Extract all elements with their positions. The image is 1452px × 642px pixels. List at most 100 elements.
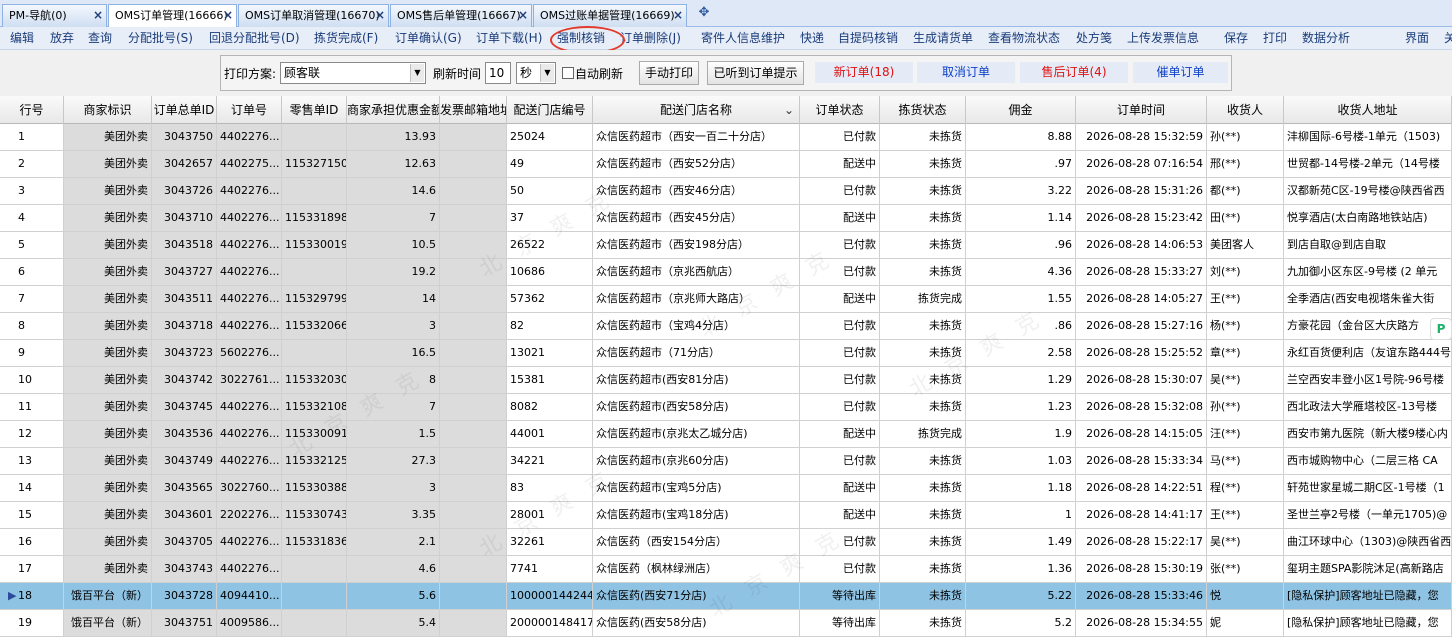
cell-merchant[interactable]: 美团外卖	[64, 124, 152, 150]
cell-retail-id[interactable]: 115330019	[282, 232, 347, 258]
cell-merchant[interactable]: 美团外卖	[64, 151, 152, 177]
cell-receiver[interactable]: 章(**)	[1207, 340, 1284, 366]
menu-close[interactable]: 关	[1444, 27, 1452, 50]
cell-order-no[interactable]: 4402276...	[217, 232, 282, 258]
cell-store-name[interactable]: 众信医药超市(京兆太乙城分店)	[593, 421, 800, 447]
cell-order-no[interactable]: 3022761...	[217, 367, 282, 393]
cell-retail-id[interactable]: 115329799	[282, 286, 347, 312]
menu-assign-batch[interactable]: 分配批号(S)	[128, 27, 193, 50]
cell-order-status[interactable]: 配送中	[800, 475, 880, 501]
after-sale-order-button[interactable]: 售后订单(4)	[1020, 62, 1128, 83]
cell-pick-status[interactable]: 未拣货	[880, 583, 966, 609]
cell-order-total-id[interactable]: 3043751	[152, 610, 217, 636]
cell-store-no[interactable]: 49	[507, 151, 593, 177]
cell-order-no[interactable]: 4402276...	[217, 421, 282, 447]
cell-row-no[interactable]: 1	[0, 124, 64, 150]
cell-store-no[interactable]: 10686	[507, 259, 593, 285]
cell-receiver[interactable]: 刘(**)	[1207, 259, 1284, 285]
cell-store-no[interactable]: 200000148417	[507, 610, 593, 636]
cell-merchant-discount[interactable]: 3.35	[347, 502, 440, 528]
cell-order-status[interactable]: 已付款	[800, 259, 880, 285]
cell-retail-id[interactable]	[282, 556, 347, 582]
cell-pick-status[interactable]: 未拣货	[880, 502, 966, 528]
cell-merchant-discount[interactable]: 7	[347, 205, 440, 231]
cell-merchant-discount[interactable]: 2.1	[347, 529, 440, 555]
cell-row-no[interactable]: 7	[0, 286, 64, 312]
cell-retail-id[interactable]: 115330743	[282, 502, 347, 528]
menu-data-analysis[interactable]: 数据分析	[1302, 27, 1350, 50]
cell-pick-status[interactable]: 未拣货	[880, 313, 966, 339]
cell-order-no[interactable]: 4402276...	[217, 313, 282, 339]
cell-store-name[interactable]: 众信医药超市（西安一百二十分店）	[593, 124, 800, 150]
menu-express[interactable]: 快递	[800, 27, 824, 50]
cell-order-total-id[interactable]: 3043536	[152, 421, 217, 447]
close-icon[interactable]: ×	[673, 5, 683, 26]
cell-commission[interactable]: .97	[966, 151, 1076, 177]
cell-invoice-email[interactable]	[440, 178, 507, 204]
cell-commission[interactable]: 3.22	[966, 178, 1076, 204]
cell-order-no[interactable]: 2202276...	[217, 502, 282, 528]
cell-order-time[interactable]: 2026-08-28 15:30:19	[1076, 556, 1207, 582]
cell-order-no[interactable]: 4402276...	[217, 448, 282, 474]
cell-row-no[interactable]: 17	[0, 556, 64, 582]
cell-store-no[interactable]: 57362	[507, 286, 593, 312]
table-row[interactable]: 7 美团外卖 3043511 4402276... 115329799 14 57362 众信…	[0, 286, 1452, 313]
cell-receiver-address[interactable]: 方豪花园（金台区大庆路方	[1284, 313, 1452, 339]
cell-order-status[interactable]: 已付款	[800, 394, 880, 420]
cell-order-time[interactable]: 2026-08-28 14:22:51	[1076, 475, 1207, 501]
cell-merchant-discount[interactable]: 12.63	[347, 151, 440, 177]
header-invoice-email[interactable]: 发票邮箱地址	[440, 96, 507, 124]
cell-store-no[interactable]: 7741	[507, 556, 593, 582]
cell-order-no[interactable]: 4402276...	[217, 124, 282, 150]
cell-order-time[interactable]: 2026-08-28 15:23:42	[1076, 205, 1207, 231]
cell-order-no[interactable]: 4402276...	[217, 529, 282, 555]
cell-store-name[interactable]: 众信医药超市（西安45分店）	[593, 205, 800, 231]
table-row[interactable]: 5 美团外卖 3043518 4402276... 115330019 10.5 26522…	[0, 232, 1452, 259]
cell-store-name[interactable]: 众信医药超市(西安81分店)	[593, 367, 800, 393]
cell-order-total-id[interactable]: 3042657	[152, 151, 217, 177]
cell-store-name[interactable]: 众信医药超市（西安198分店）	[593, 232, 800, 258]
menu-picking-done[interactable]: 拣货完成(F)	[314, 27, 378, 50]
cell-receiver-address[interactable]: 西安市第九医院（新大楼9楼心内	[1284, 421, 1452, 447]
cell-order-total-id[interactable]: 3043726	[152, 178, 217, 204]
dropdown-icon[interactable]: ▼	[410, 64, 424, 82]
header-merchant-discount[interactable]: 商家承担优惠金额	[347, 96, 440, 124]
cell-retail-id[interactable]: 115330091	[282, 421, 347, 447]
cell-order-no[interactable]: 4402276...	[217, 178, 282, 204]
cell-store-no[interactable]: 37	[507, 205, 593, 231]
table-row[interactable]: 15 美团外卖 3043601 2202276... 115330743 3.35 2800…	[0, 502, 1452, 529]
cell-merchant-discount[interactable]: 27.3	[347, 448, 440, 474]
cell-receiver-address[interactable]: [隐私保护]顾客地址已隐藏，您	[1284, 583, 1452, 609]
cell-order-no[interactable]: 4402276...	[217, 286, 282, 312]
cell-invoice-email[interactable]	[440, 124, 507, 150]
cell-store-no[interactable]: 100000144244	[507, 583, 593, 609]
cell-order-status[interactable]: 已付款	[800, 556, 880, 582]
cell-receiver[interactable]: 孙(**)	[1207, 394, 1284, 420]
cancel-order-button[interactable]: 取消订单	[917, 62, 1015, 83]
heard-prompt-button[interactable]: 已听到订单提示	[707, 61, 804, 85]
cell-retail-id[interactable]	[282, 178, 347, 204]
header-retail-id[interactable]: 零售单ID	[282, 96, 347, 124]
cell-order-time[interactable]: 2026-08-28 14:41:17	[1076, 502, 1207, 528]
refresh-time-input[interactable]: 10	[485, 62, 511, 84]
header-order-status[interactable]: 订单状态	[800, 96, 880, 124]
cell-store-name[interactable]: 众信医药超市（西安52分店）	[593, 151, 800, 177]
auto-refresh-checkbox[interactable]	[562, 67, 574, 79]
cell-commission[interactable]: .96	[966, 232, 1076, 258]
cell-store-name[interactable]: 众信医药超市(京兆60分店)	[593, 448, 800, 474]
cell-order-total-id[interactable]: 3043601	[152, 502, 217, 528]
tab-pm-nav[interactable]: PM-导航(0) ×	[2, 4, 107, 27]
cell-receiver-address[interactable]: 到店自取@到店自取	[1284, 232, 1452, 258]
cell-store-no[interactable]: 50	[507, 178, 593, 204]
cell-order-time[interactable]: 2026-08-28 14:06:53	[1076, 232, 1207, 258]
cell-invoice-email[interactable]	[440, 313, 507, 339]
menu-edit[interactable]: 编辑	[10, 27, 34, 50]
tab-oms-posting[interactable]: OMS过账单据管理(16669) ×	[533, 4, 687, 27]
cell-receiver-address[interactable]: 曲江环球中心（1303)@陕西省西	[1284, 529, 1452, 555]
cell-order-total-id[interactable]: 3043710	[152, 205, 217, 231]
cell-order-no[interactable]: 4009586...	[217, 610, 282, 636]
table-row[interactable]: 1 美团外卖 3043750 4402276... 13.93 25024 众信医药超市（西…	[0, 124, 1452, 151]
cell-order-status[interactable]: 已付款	[800, 232, 880, 258]
cell-receiver[interactable]: 孙(**)	[1207, 124, 1284, 150]
cell-pick-status[interactable]: 未拣货	[880, 610, 966, 636]
